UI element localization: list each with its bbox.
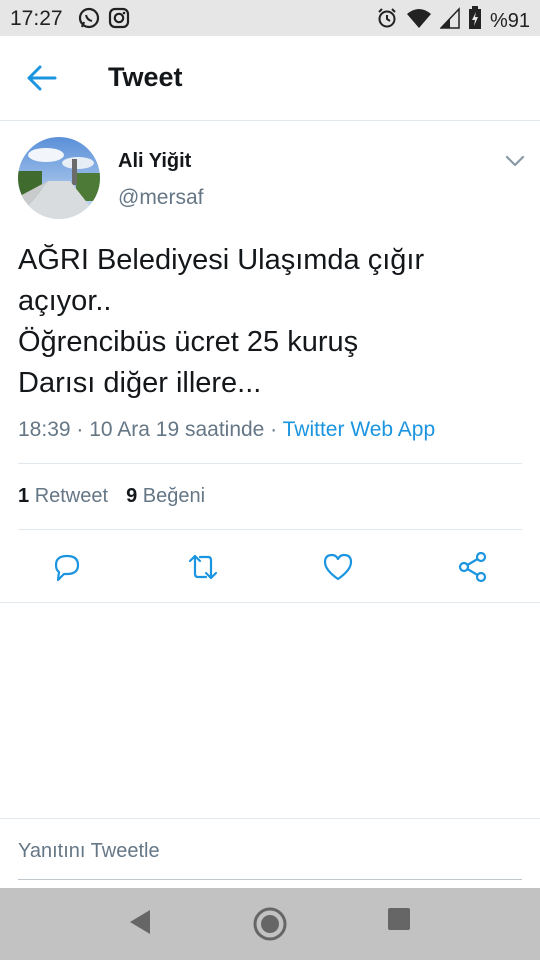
tweet-text-line: Öğrencibüs ücret 25 kuruş: [18, 326, 359, 358]
author-handle[interactable]: @mersaf: [118, 186, 204, 210]
like-icon: [323, 553, 353, 581]
share-button[interactable]: [456, 550, 490, 584]
signal-icon: [439, 7, 460, 35]
reply-button[interactable]: [50, 550, 84, 584]
divider: [18, 529, 522, 530]
divider: [0, 602, 540, 603]
author-name[interactable]: Ali Yiğit: [118, 150, 191, 173]
app-bar: Tweet: [0, 36, 540, 121]
chevron-down-icon: [505, 155, 525, 167]
status-bar: 17:27 %91: [0, 0, 540, 36]
tweet-text-line: AĞRI Belediyesi Ulaşımda çığır: [18, 244, 425, 276]
status-time: 17:27: [10, 7, 63, 30]
like-count: 9: [126, 485, 138, 507]
instagram-icon: [108, 7, 130, 34]
arrow-left-icon: [27, 65, 57, 91]
retweets-stat[interactable]: 1 Retweet: [18, 485, 108, 508]
nav-back-button[interactable]: [126, 906, 154, 943]
alarm-icon: [376, 7, 398, 35]
tweet-text: AĞRI Belediyesi Ulaşımda çığır açıyor.. …: [18, 240, 518, 404]
divider: [0, 818, 540, 819]
tweet-stats: 1 Retweet 9 Beğeni: [18, 485, 205, 508]
tweet-meta: 18:39 · 10 Ara 19 saatinde · Twitter Web…: [18, 418, 435, 442]
tweet-timestamp: 18:39 · 10 Ara 19 saatinde ·: [18, 418, 283, 441]
share-icon: [458, 551, 487, 583]
triangle-back-icon: [130, 910, 150, 934]
back-button[interactable]: [26, 64, 58, 92]
wifi-icon: [406, 7, 432, 35]
likes-stat[interactable]: 9 Beğeni: [126, 485, 205, 508]
retweet-button[interactable]: [186, 550, 220, 584]
tweet-source-link[interactable]: Twitter Web App: [283, 418, 436, 441]
retweet-label: Retweet: [34, 485, 109, 507]
avatar[interactable]: [18, 137, 100, 219]
whatsapp-icon: [78, 7, 100, 34]
tweet-menu-button[interactable]: [504, 154, 526, 168]
reply-icon: [54, 554, 80, 582]
nav-home-button[interactable]: [252, 906, 288, 947]
retweet-icon: [188, 554, 218, 580]
circle-home-icon: [253, 907, 287, 941]
battery-percent: %91: [489, 9, 530, 32]
square-recents-icon: [388, 908, 410, 930]
battery-icon: [468, 6, 482, 36]
nav-recents-button[interactable]: [386, 906, 412, 937]
like-label: Beğeni: [142, 485, 206, 507]
retweet-count: 1: [18, 485, 30, 507]
page-title: Tweet: [108, 62, 183, 92]
reply-input-underline: [18, 879, 522, 880]
reply-input[interactable]: Yanıtını Tweetle: [18, 840, 160, 863]
like-button[interactable]: [321, 550, 355, 584]
divider: [18, 463, 522, 464]
tweet-text-line: Darısı diğer illere...: [18, 367, 262, 399]
tweet-text-line: açıyor..: [18, 285, 112, 317]
system-nav-bar: [0, 888, 540, 960]
